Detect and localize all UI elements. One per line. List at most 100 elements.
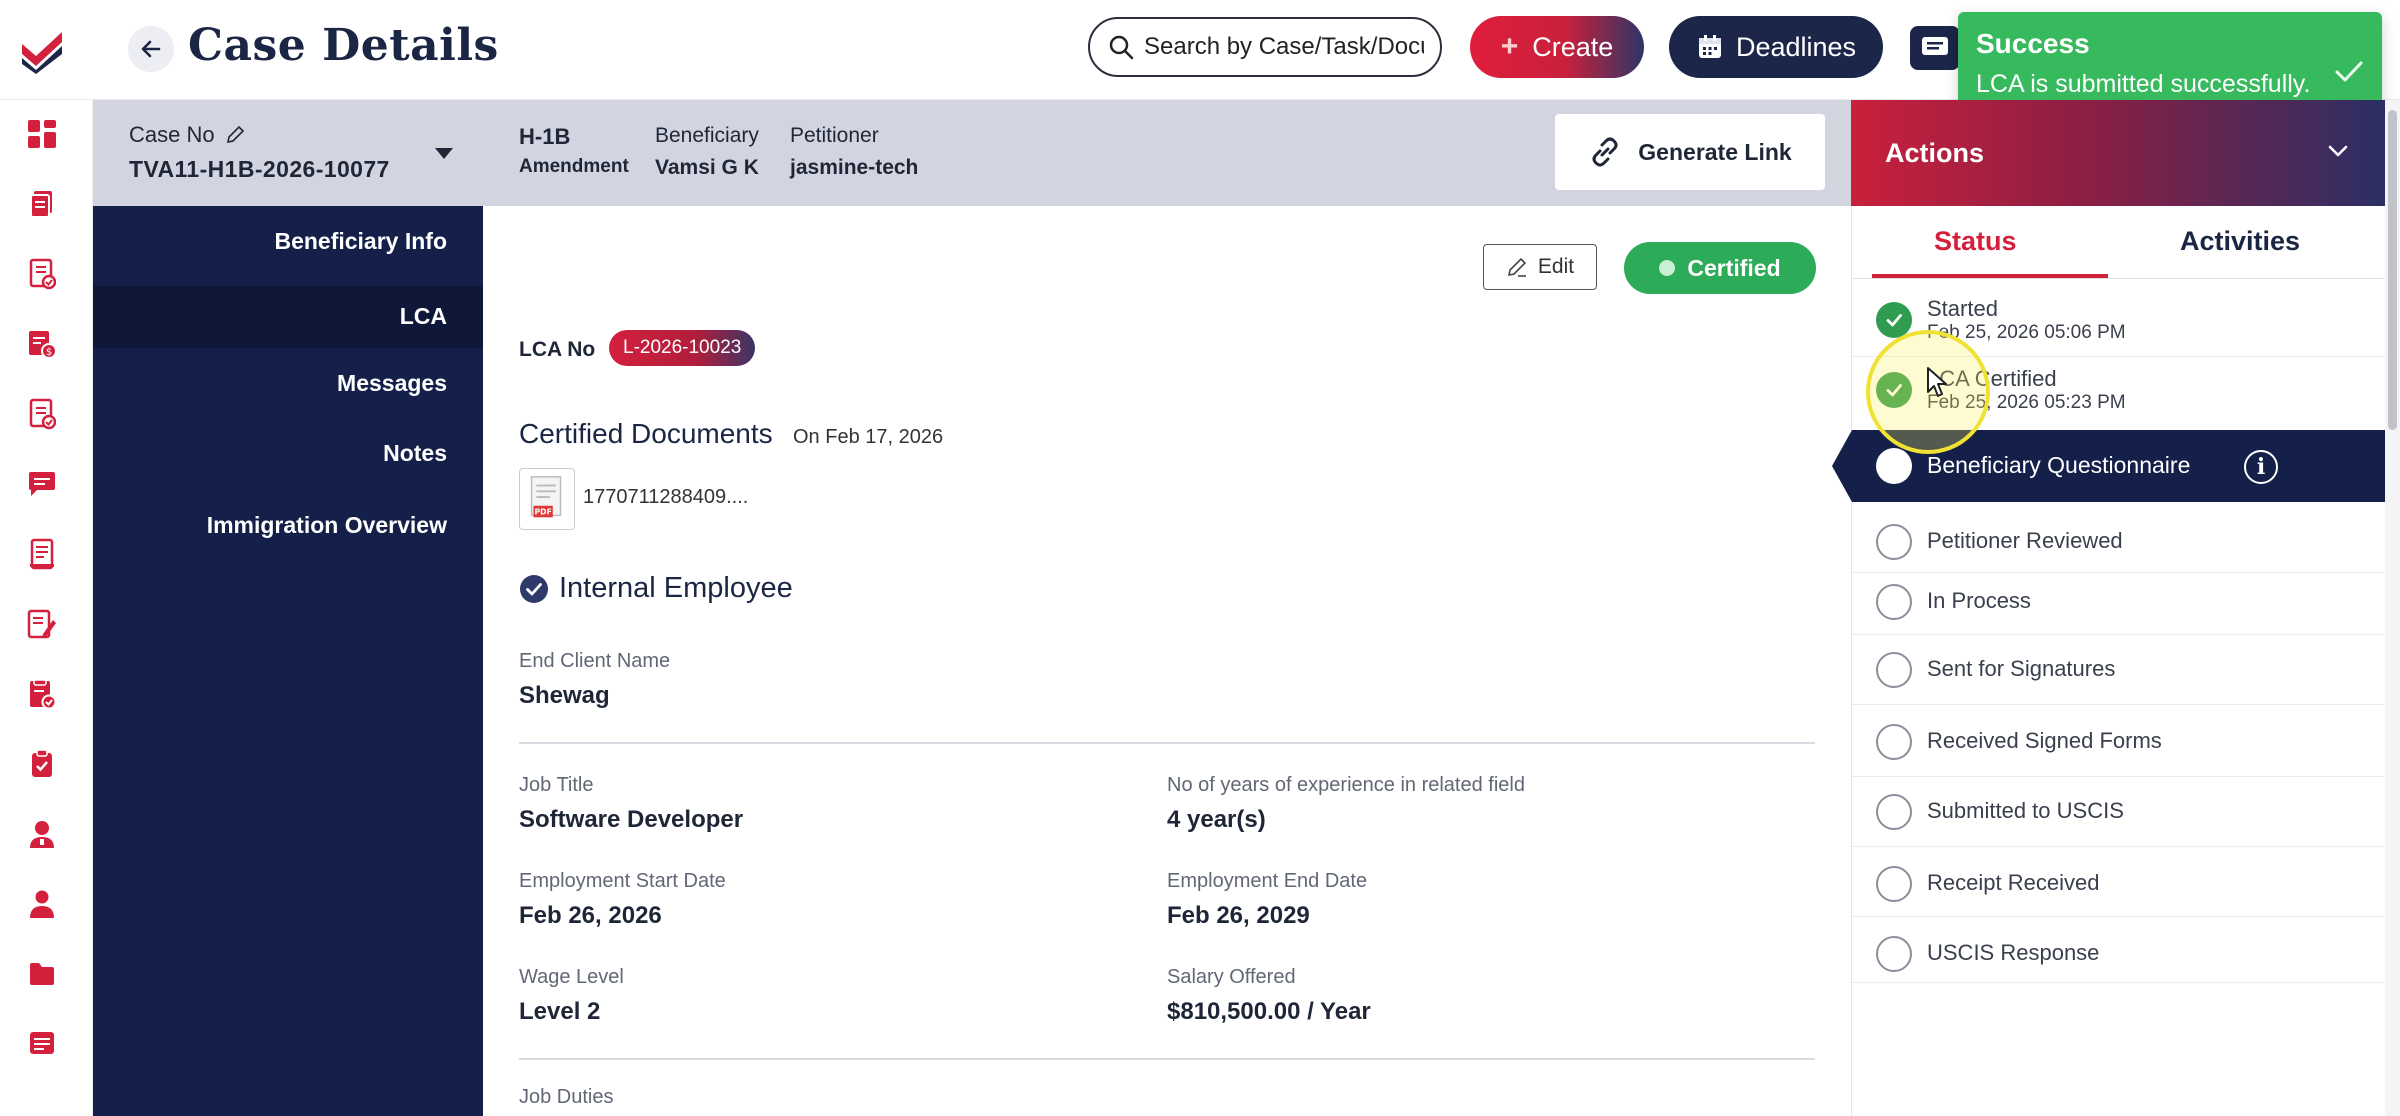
wage-level-label: Wage Level [519,966,624,988]
radio-circle-icon [1876,652,1912,688]
deadlines-button[interactable]: Deadlines [1669,16,1883,78]
svg-text:PDF: PDF [534,507,551,516]
job-title-value: Software Developer [519,806,744,833]
step-name: Petitioner Reviewed [1927,528,2123,553]
actions-title: Actions [1885,138,1985,168]
step-name: Beneficiary Questionnaire [1927,452,2191,478]
step-name: Sent for Signatures [1927,656,2116,681]
status-badge-label: Certified [1687,254,1781,281]
radio-circle-icon [1876,866,1912,902]
create-button[interactable]: + Create [1470,16,1644,78]
pencil-icon [1507,257,1527,277]
pdf-file-icon[interactable]: PDF [519,468,575,530]
reports-icon[interactable] [22,534,62,574]
plus-icon: + [1500,30,1519,63]
employee-type-label: Internal Employee [559,572,793,604]
certified-documents-date: On Feb 17, 2026 [793,426,944,448]
step-name: Receipt Received [1927,870,2100,895]
nav-item-immigration-overview[interactable]: Immigration Overview [207,512,447,539]
edit-button[interactable]: Edit [1483,244,1597,290]
info-icon[interactable]: i [2244,450,2278,484]
cases-icon[interactable] [22,184,62,224]
beneficiary-name: Vamsi G K [655,156,759,179]
icon-rail: $ [0,100,93,1116]
link-icon [1592,137,1618,167]
petitioner-name: jasmine-tech [790,156,919,179]
nav-item-lca[interactable]: LCA [400,303,447,330]
clipboard-icon[interactable] [22,744,62,784]
nav-item-messages[interactable]: Messages [337,370,447,397]
caret-down-icon[interactable] [435,148,453,159]
chevron-down-icon[interactable] [2327,144,2349,158]
chat-icon[interactable] [22,464,62,504]
wage-level-value: Level 2 [519,998,601,1025]
page-title: Case Details [188,20,499,71]
dashboard-icon[interactable] [22,114,62,154]
pencil-icon[interactable] [225,125,245,145]
actions-header[interactable]: Actions [1851,100,2385,206]
messages-button[interactable] [1910,26,1960,70]
search-box[interactable] [1088,17,1442,77]
messages-icon[interactable] [22,1024,62,1064]
step-divider [1852,846,2386,847]
step-divider [1852,634,2386,635]
search-input[interactable] [1144,33,1424,61]
back-button[interactable] [128,26,174,72]
section-nav: Beneficiary Info LCA Messages Notes Immi… [93,206,483,1116]
employees-icon[interactable] [22,884,62,924]
step-name: USCIS Response [1927,940,2100,965]
file-name[interactable]: 1770711288409.... [583,486,748,509]
radio-circle-icon [1876,794,1912,830]
radio-circle-icon [1876,724,1912,760]
job-duties-label: Job Duties [519,1086,614,1108]
scrollbar-thumb[interactable] [2388,110,2397,430]
case-details-page: Case Details + Create [0,0,2400,1116]
end-date-label: Employment End Date [1167,870,1368,892]
forms-icon[interactable] [22,394,62,434]
calendar-icon [1698,35,1721,58]
case-info-bar: Case No TVA11-H1B-2026-10077 H-1B Amendm… [93,100,1851,206]
start-date-value: Feb 26, 2026 [519,902,662,929]
mouse-cursor-icon [1927,367,1947,397]
deadlines-label: Deadlines [1735,31,1857,62]
toast-title: Success [1976,28,2090,59]
step-name: Received Signed Forms [1927,728,2162,753]
tab-activities[interactable]: Activities [2180,226,2300,257]
status-dot-icon [1659,260,1676,276]
radio-circle-icon [1876,448,1912,484]
step-name: Started [1927,296,1998,321]
edit-label: Edit [1537,255,1575,278]
folder-icon[interactable] [22,954,62,994]
end-date-value: Feb 26, 2029 [1167,902,1310,929]
beneficiary-label: Beneficiary [655,124,759,147]
generate-link-button[interactable]: Generate Link [1555,114,1825,190]
radio-circle-icon [1876,936,1912,972]
message-icon [1922,37,1948,55]
step-divider [1852,776,2386,777]
status-badge: Certified [1624,242,1816,294]
svg-text:$: $ [46,347,52,358]
arrow-left-icon [141,40,161,58]
app-logo-icon[interactable] [18,26,66,74]
tasks-icon[interactable] [22,254,62,294]
visa-subtype: Amendment [519,156,629,177]
petitioner-label: Petitioner [790,124,879,147]
tabs-divider [1852,278,2386,279]
user-icon[interactable] [22,814,62,854]
lca-number-badge: L-2026-10023 [609,330,756,366]
radio-circle-icon [1876,524,1912,560]
start-date-label: Employment Start Date [519,870,726,892]
invoice-icon[interactable]: $ [22,324,62,364]
notes-icon[interactable] [22,604,62,644]
radio-circle-icon [1876,584,1912,620]
nav-item-notes[interactable]: Notes [383,440,447,467]
tab-status[interactable]: Status [1934,226,2017,257]
search-icon [1109,35,1134,60]
nav-item-beneficiary-info[interactable]: Beneficiary Info [274,228,447,255]
salary-label: Salary Offered [1167,966,1296,988]
step-name: In Process [1927,588,2031,613]
step-divider [1852,982,2386,983]
job-title-label: Job Title [519,774,594,796]
documents-icon[interactable] [22,674,62,714]
employee-type: Internal Employee [519,572,793,605]
